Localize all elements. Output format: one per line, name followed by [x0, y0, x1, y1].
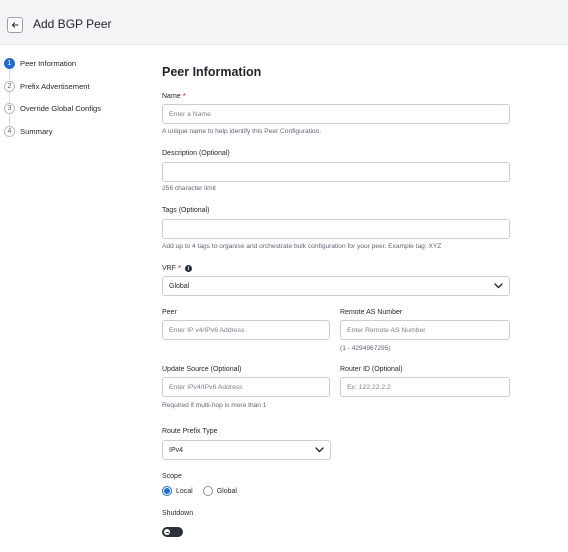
back-button[interactable] [7, 17, 23, 33]
description-label: Description (Optional) [162, 150, 230, 157]
vrf-label-text: VRF [162, 265, 176, 272]
vrf-select[interactable]: Global [162, 276, 510, 296]
step-connector [9, 68, 10, 80]
chevron-down-icon [494, 283, 503, 289]
step-label: Peer Information [20, 58, 77, 68]
arrow-left-icon [11, 22, 19, 28]
description-help-text: 256 character limit [162, 185, 216, 192]
radio-button[interactable] [202, 486, 213, 496]
radio-label: Local [176, 487, 193, 495]
peer-address-input[interactable] [162, 320, 330, 340]
name-help-text: A unique name to help identify this Peer… [162, 128, 322, 135]
step-number: 2 [4, 80, 15, 92]
vrf-selected-value: Global [169, 282, 190, 290]
step-number: 3 [4, 102, 15, 114]
remote-as-input[interactable] [340, 320, 510, 340]
shutdown-label: Shutdown [162, 510, 194, 517]
route-prefix-type-label: Route Prefix Type [162, 428, 218, 435]
radio-button[interactable] [162, 486, 172, 496]
step-label: Override Global Configs [20, 103, 102, 113]
scope-global-radio[interactable]: Global [202, 486, 237, 496]
step-label: Summary [20, 126, 53, 136]
route-prefix-type-value: IPv4 [169, 446, 184, 454]
section-title: Peer Information [162, 65, 262, 79]
name-input[interactable] [162, 104, 510, 124]
name-label: Name * [162, 92, 186, 101]
step-summary[interactable]: 4 Summary [4, 125, 53, 137]
chevron-down-icon [315, 447, 324, 453]
page-title: Add BGP Peer [33, 17, 112, 31]
radio-label: Global [216, 487, 237, 495]
step-number: 1 [4, 57, 15, 69]
info-icon[interactable]: i [185, 265, 193, 272]
peer-label: Peer [162, 309, 177, 316]
step-number: 4 [4, 125, 15, 137]
remote-as-label: Remote AS Number [340, 309, 403, 316]
step-prefix-advertisement[interactable]: 2 Prefix Advertisement [4, 80, 90, 92]
router-id-input[interactable] [340, 377, 510, 397]
tags-label: Tags (Optional) [162, 207, 210, 214]
shutdown-toggle[interactable] [162, 527, 183, 537]
route-prefix-type-select[interactable]: IPv4 [162, 440, 331, 460]
update-source-label: Update Source (Optional) [162, 366, 242, 373]
remote-as-range-text: (1 - 4294967295) [340, 345, 391, 352]
scope-local-radio[interactable]: Local [162, 486, 193, 496]
required-mark: * [182, 92, 186, 101]
step-override-global-configs[interactable]: 3 Override Global Configs [4, 102, 101, 114]
step-peer-information[interactable]: 1 Peer Information [4, 57, 76, 69]
update-source-input[interactable] [162, 377, 330, 397]
scope-radio-group: Local Global [162, 486, 247, 496]
required-mark: * [178, 264, 182, 273]
router-id-label: Router ID (Optional) [340, 366, 403, 373]
tags-input[interactable] [162, 219, 510, 239]
name-label-text: Name [162, 93, 181, 100]
update-source-help-text: Required if multi-hop is more than 1 [162, 402, 267, 409]
tags-help-text: Add up to 4 tags to organise and orchest… [162, 243, 442, 250]
step-label: Prefix Advertisement [20, 81, 90, 91]
toggle-off-icon [166, 531, 169, 533]
description-input[interactable] [162, 162, 510, 182]
scope-label: Scope [162, 473, 182, 480]
vrf-label: VRF * i [162, 264, 193, 273]
page-header: Add BGP Peer [0, 0, 568, 45]
